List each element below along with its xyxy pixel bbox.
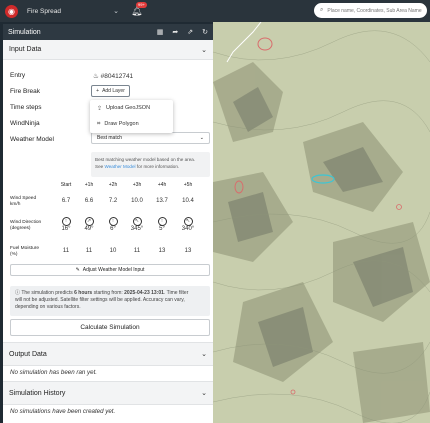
wind-direction-label: Wind Direction (degrees) [10, 220, 42, 231]
wind-arrow-icon: ↗ [84, 217, 94, 226]
search-box[interactable]: ⌕ [314, 3, 427, 18]
weather-model-value: Best match [97, 135, 123, 141]
chevron-down-icon: ⌄ [201, 390, 207, 397]
wind-direction-cell: ↖ 345° [130, 217, 144, 232]
panel-header: Simulation ▦ ➦ ⇗ ↻ [3, 24, 213, 40]
share-icon[interactable]: ➦ [172, 28, 178, 36]
fuel-moisture-value: 11 [62, 248, 70, 254]
wind-speed-value: 6.6 [84, 198, 94, 204]
wind-direction-cell: ↑ 16° [61, 217, 71, 232]
wind-speed-label: Wind Speed km/h [10, 196, 37, 207]
polygon-icon: ⌗ [97, 120, 101, 127]
wind-arrow-icon: ↑ [108, 217, 118, 226]
windninja-label: WindNinja [10, 120, 40, 127]
col-header: +4h [157, 182, 167, 188]
terrain-map[interactable] [213, 22, 430, 423]
wind-speed-value: 7.2 [108, 198, 118, 204]
wind-direction-cell: ↑ 5° [157, 217, 167, 232]
notification-badge: 99+ [136, 1, 147, 8]
map-view[interactable] [213, 22, 430, 423]
calculate-simulation-button[interactable]: Calculate Simulation [10, 319, 210, 336]
col-header: +5h [183, 182, 193, 188]
app-selector[interactable]: Fire Spread ⌄ [27, 7, 119, 16]
weather-model-info: Best matching weather model based on the… [91, 152, 210, 177]
flame-icon: ♨ [93, 73, 99, 80]
wind-direction-cell: ↖ 340° [181, 217, 195, 232]
wind-arrow-icon: ↑ [61, 217, 71, 226]
refresh-icon[interactable]: ↻ [202, 28, 208, 36]
search-input[interactable] [327, 7, 423, 14]
input-data-section-header[interactable]: Input Data ⌄ [3, 40, 213, 60]
chevron-down-icon: ⌄ [199, 135, 204, 141]
upload-icon: ⇪ [97, 105, 103, 112]
add-layer-menu: ⇪ Upload GeoJSON ⌗ Draw Polygon [90, 100, 173, 133]
simulation-notice: ⓘ The simulation predicts 6 hours starti… [10, 286, 210, 316]
wind-speed-value: 10.4 [182, 198, 194, 204]
simulation-history-section-header[interactable]: Simulation History ⌄ [3, 381, 213, 405]
chevron-down-icon: ⌄ [113, 8, 119, 15]
wind-speed-value: 13.7 [156, 198, 168, 204]
col-header: +3h [132, 182, 142, 188]
entry-label: Entry [10, 72, 26, 79]
entry-value: ♨ #80412741 [93, 73, 134, 80]
calculator-icon[interactable]: ▦ [157, 28, 164, 36]
chevron-down-icon: ⌄ [201, 351, 207, 358]
col-header: +2h [108, 182, 118, 188]
fire-break-label: Fire Break [10, 88, 40, 95]
fuel-moisture-value: 13 [158, 248, 166, 254]
upload-geojson-item[interactable]: ⇪ Upload GeoJSON [90, 100, 173, 116]
history-empty-text: No simulations have been created yet. [10, 408, 116, 415]
app-logo-icon[interactable]: ◉ [5, 4, 18, 18]
weather-model-link[interactable]: Weather Model [104, 164, 135, 169]
search-icon: ⌕ [320, 7, 324, 13]
wind-direction-cell: ↗ 49° [84, 217, 94, 232]
fuel-moisture-label: Fuel Moisture (%) [10, 246, 40, 257]
wind-speed-value: 6.7 [61, 198, 71, 204]
output-empty-text: No simulation has been ran yet. [10, 369, 98, 376]
export-icon[interactable]: ⇗ [187, 28, 193, 36]
weather-model-label: Weather Model [10, 136, 54, 143]
edit-icon: ✎ [75, 267, 80, 273]
wind-speed-value: 10.0 [131, 198, 143, 204]
draw-polygon-item[interactable]: ⌗ Draw Polygon [90, 116, 173, 132]
wind-arrow-icon: ↑ [157, 217, 167, 226]
panel-title: Simulation [8, 28, 41, 36]
info-icon: ⓘ [15, 290, 21, 296]
app-name: Fire Spread [27, 7, 61, 15]
output-data-section-header[interactable]: Output Data ⌄ [3, 342, 213, 366]
output-data-title: Output Data [9, 350, 47, 358]
wind-arrow-icon: ↖ [132, 217, 142, 226]
fuel-moisture-value: 11 [85, 248, 93, 254]
col-header: Start [60, 182, 72, 188]
wind-arrow-icon: ↖ [183, 217, 193, 226]
fuel-moisture-value: 10 [109, 248, 117, 254]
notifications-button[interactable]: 🔔︎ 99+ [131, 1, 147, 17]
weather-model-select[interactable]: Best match ⌄ [91, 132, 210, 144]
fuel-moisture-value: 11 [133, 248, 141, 254]
simulation-panel: Simulation ▦ ➦ ⇗ ↻ Input Data ⌄ Entry ♨ … [3, 24, 213, 423]
time-steps-label: Time steps [10, 104, 42, 111]
top-bar: ◉ Fire Spread ⌄ 🔔︎ 99+ ⌕ [0, 0, 430, 22]
adjust-weather-input-button[interactable]: ✎ Adjust Weather Model Input [10, 264, 210, 276]
input-data-title: Input Data [9, 46, 42, 53]
fuel-moisture-value: 13 [184, 248, 192, 254]
col-header: +1h [84, 182, 94, 188]
chevron-down-icon: ⌄ [201, 46, 207, 54]
weather-model-info-line1: Best matching weather model based on the… [95, 157, 196, 162]
plus-icon: + [96, 88, 100, 94]
wind-direction-cell: ↑ 6° [108, 217, 118, 232]
add-layer-button[interactable]: + Add Layer [91, 85, 130, 97]
simulation-history-title: Simulation History [9, 389, 66, 397]
